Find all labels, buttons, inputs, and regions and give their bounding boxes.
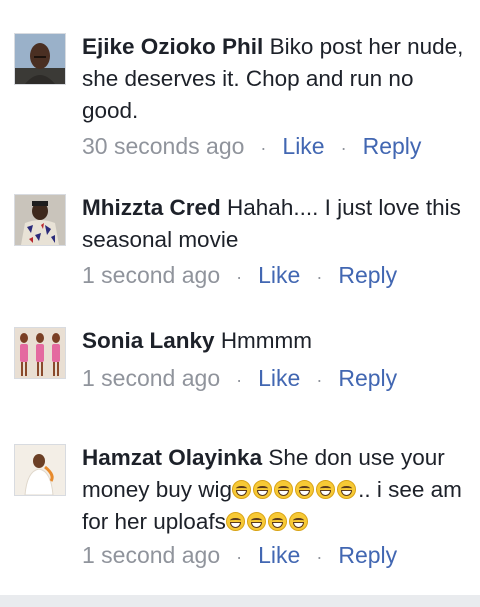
footer-divider xyxy=(0,595,480,607)
reply-button[interactable]: Reply xyxy=(338,542,397,568)
comment-meta: 1 second ago · Like · Reply xyxy=(82,538,466,574)
comment-text-block: Hamzat Olayinka She don use your money b… xyxy=(82,442,466,538)
like-button[interactable]: Like xyxy=(258,542,300,568)
comment-text-block: Ejike Ozioko Phil Biko post her nude, sh… xyxy=(82,31,466,127)
comment-text-block: Sonia Lanky Hmmmm xyxy=(82,325,466,357)
avatar[interactable] xyxy=(14,194,66,246)
emoji-group-2 xyxy=(225,509,310,534)
avatar[interactable] xyxy=(14,444,66,496)
comment-body: Ejike Ozioko Phil Biko post her nude, sh… xyxy=(82,31,466,165)
comment-meta: 30 seconds ago · Like · Reply xyxy=(82,129,466,165)
avatar-image xyxy=(15,328,65,378)
like-button[interactable]: Like xyxy=(258,262,300,288)
separator-dot: · xyxy=(340,138,347,158)
separator-dot: · xyxy=(236,267,243,287)
grinning-squinting-face-icon xyxy=(295,480,315,499)
avatar[interactable] xyxy=(14,327,66,379)
avatar-image xyxy=(15,195,65,245)
emoji-group-1 xyxy=(232,477,358,502)
avatar-image xyxy=(15,445,65,495)
separator-dot: · xyxy=(236,370,243,390)
grinning-squinting-face-icon xyxy=(232,480,252,499)
comment-text-block: Mhizzta Cred Hahah.... I just love this … xyxy=(82,192,466,256)
like-button[interactable]: Like xyxy=(282,133,324,159)
grinning-squinting-face-icon xyxy=(316,480,336,499)
separator-dot: · xyxy=(316,370,323,390)
grinning-squinting-face-icon xyxy=(274,480,294,499)
timestamp: 1 second ago xyxy=(82,542,221,568)
timestamp: 1 second ago xyxy=(82,365,221,391)
grinning-squinting-face-icon xyxy=(246,512,266,531)
comment-text: Hmmmm xyxy=(220,328,313,353)
timestamp: 1 second ago xyxy=(82,262,221,288)
grinning-squinting-face-icon xyxy=(267,512,287,531)
author-name[interactable]: Hamzat Olayinka xyxy=(82,445,262,470)
grinning-squinting-face-icon xyxy=(337,480,357,499)
reply-button[interactable]: Reply xyxy=(363,133,422,159)
grinning-squinting-face-icon xyxy=(225,512,245,531)
comment-body: Sonia Lanky Hmmmm 1 second ago · Like · Repl… xyxy=(82,325,466,397)
comment-meta: 1 second ago · Like · Reply xyxy=(82,361,466,397)
avatar-image xyxy=(15,34,65,84)
avatar[interactable] xyxy=(14,33,66,85)
separator-dot: · xyxy=(316,267,323,287)
author-name[interactable]: Ejike Ozioko Phil xyxy=(82,34,263,59)
separator-dot: · xyxy=(316,547,323,567)
separator-dot: · xyxy=(260,138,267,158)
grinning-squinting-face-icon xyxy=(253,480,273,499)
reply-button[interactable]: Reply xyxy=(338,365,397,391)
comment-meta: 1 second ago · Like · Reply xyxy=(82,258,466,294)
grinning-squinting-face-icon xyxy=(288,512,308,531)
author-name[interactable]: Mhizzta Cred xyxy=(82,195,221,220)
timestamp: 30 seconds ago xyxy=(82,133,245,159)
like-button[interactable]: Like xyxy=(258,365,300,391)
separator-dot: · xyxy=(236,547,243,567)
reply-button[interactable]: Reply xyxy=(338,262,397,288)
author-name[interactable]: Sonia Lanky xyxy=(82,328,215,353)
comment-body: Mhizzta Cred Hahah.... I just love this … xyxy=(82,192,466,294)
comment-body: Hamzat Olayinka She don use your money b… xyxy=(82,442,466,574)
